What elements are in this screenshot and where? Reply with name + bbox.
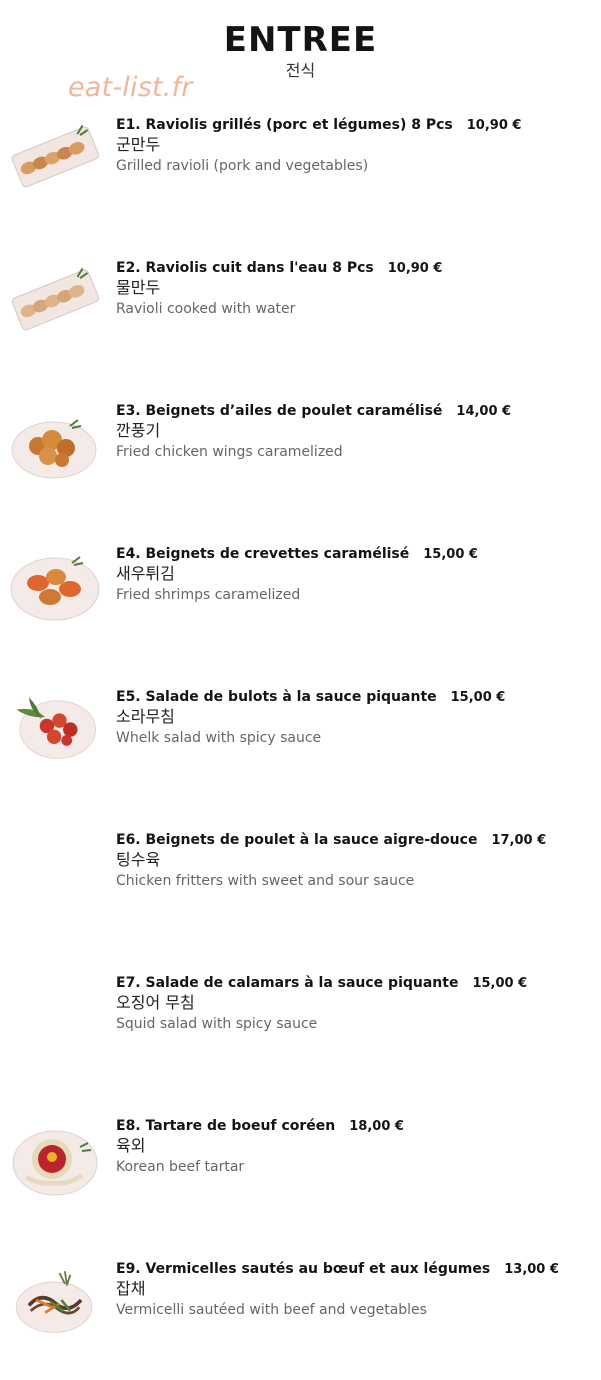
item-name: E1. Raviolis grillés (porc et légumes) 8… (116, 117, 453, 133)
item-english-name: Korean beef tartar (116, 1159, 245, 1175)
item-english-name: Fried shrimps caramelized (116, 587, 301, 603)
menu-item: E7. Salade de calamars à la sauce piquan… (0, 974, 601, 1094)
item-english-name: Ravioli cooked with water (116, 301, 296, 317)
item-price: 15,00 € (450, 690, 506, 705)
item-name: E2. Raviolis cuit dans l'eau 8 Pcs (116, 260, 374, 276)
watermark: eat-list.fr (68, 72, 193, 103)
dumplings-plate-image (11, 267, 100, 331)
whelk-salad-plate-image (16, 697, 96, 759)
item-name: E5. Salade de bulots à la sauce piquante (116, 689, 437, 705)
item-korean-name: 오징어 무침 (116, 993, 195, 1012)
item-korean-name: 팅수육 (116, 850, 161, 869)
item-korean-name: 깐풍기 (116, 421, 161, 440)
fried-shrimp-plate-image (10, 556, 100, 621)
item-korean-name: 육외 (116, 1136, 146, 1155)
item-price: 15,00 € (423, 547, 478, 562)
item-price: 18,00 € (349, 1119, 404, 1134)
item-price: 10,90 € (387, 261, 443, 276)
item-name: E9. Vermicelles sautés au bœuf et aux lé… (116, 1261, 491, 1277)
item-english-name: Fried chicken wings caramelized (116, 444, 343, 460)
item-price: 14,00 € (456, 404, 512, 419)
item-english-name: Squid salad with spicy sauce (116, 1016, 318, 1032)
menu-header: ENTREE 전식 (0, 18, 601, 80)
item-english-name: Vermicelli sautéed with beef and vegetab… (116, 1302, 427, 1318)
item-name: E6. Beignets de poulet à la sauce aigre-… (116, 832, 478, 848)
item-name: E4. Beignets de crevettes caramélisé (116, 546, 410, 562)
item-english-name: Chicken fritters with sweet and sour sau… (116, 873, 415, 889)
item-korean-name: 새우튀김 (116, 564, 175, 583)
menu-item: E9. Vermicelles sautés au bœuf et aux lé… (0, 1260, 601, 1380)
fried-chicken-plate-image (11, 419, 97, 479)
section-title: ENTREE (223, 20, 378, 60)
item-korean-name: 군만두 (116, 135, 161, 154)
menu-item: E6. Beignets de poulet à la sauce aigre-… (0, 831, 601, 951)
menu-item: E8. Tartare de boeuf coréen 18,00 € 육외 Ko… (0, 1117, 601, 1237)
dumplings-plate-image (11, 124, 100, 188)
item-korean-name: 물만두 (116, 278, 161, 297)
item-name: E3. Beignets d’ailes de poulet caramélis… (116, 403, 443, 419)
menu-item: E4. Beignets de crevettes caramélisé 15,0… (0, 545, 601, 665)
item-price: 15,00 € (472, 976, 528, 991)
item-price: 10,90 € (466, 118, 522, 133)
item-english-name: Whelk salad with spicy sauce (116, 730, 322, 746)
item-english-name: Grilled ravioli (pork and vegetables) (116, 158, 369, 174)
item-name: E7. Salade de calamars à la sauce piquan… (116, 975, 459, 991)
item-price: 13,00 € (504, 1262, 559, 1277)
menu-item: E3. Beignets d’ailes de poulet caramélis… (0, 402, 601, 522)
menu-item: E1. Raviolis grillés (porc et légumes) 8… (0, 116, 601, 236)
item-name: E8. Tartare de boeuf coréen (116, 1118, 336, 1134)
item-korean-name: 잡채 (116, 1279, 146, 1298)
beef-tartare-plate-image (12, 1130, 98, 1196)
japchae-plate-image (15, 1271, 93, 1333)
menu-item: E2. Raviolis cuit dans l'eau 8 Pcs 10,90 … (0, 259, 601, 379)
menu-item: E5. Salade de bulots à la sauce piquante… (0, 688, 601, 808)
item-korean-name: 소라무침 (116, 707, 175, 726)
item-price: 17,00 € (491, 833, 547, 848)
